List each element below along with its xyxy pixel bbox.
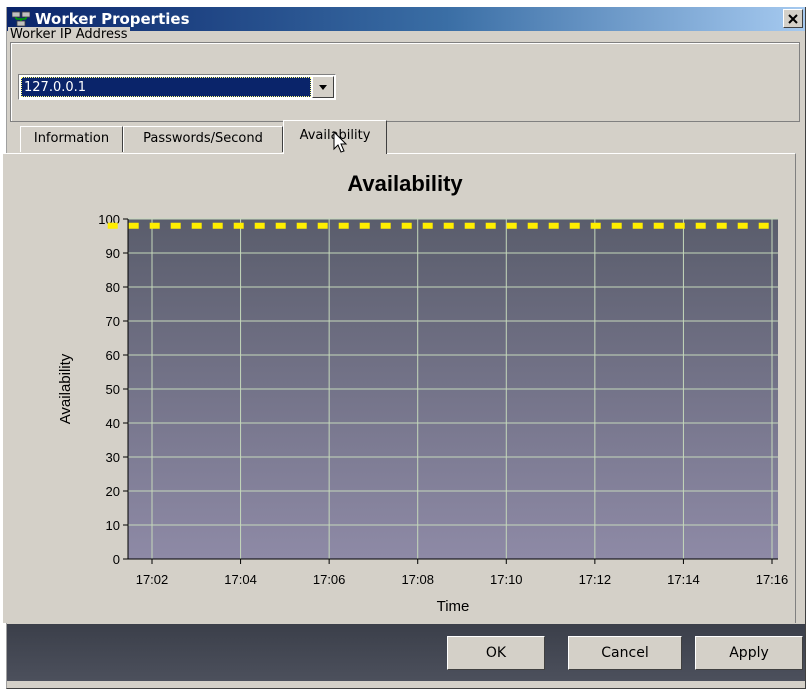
y-axis-label: Availability bbox=[57, 353, 74, 424]
availability-chart: 010203040506070809010017:02 17:04 17:06 17:… bbox=[57, 212, 789, 615]
worker-ip-label: Worker IP Address bbox=[8, 27, 130, 42]
close-icon bbox=[788, 13, 798, 24]
apply-button[interactable]: Apply bbox=[695, 636, 803, 670]
chart-area: Availability 0 10 20 30 40 50 60 70 80 90 100 17:02… bbox=[8, 153, 802, 623]
ok-button[interactable]: OK bbox=[447, 636, 545, 670]
close-button[interactable] bbox=[783, 9, 803, 28]
y-tick-label: 60 bbox=[106, 348, 120, 363]
cancel-button[interactable]: Cancel bbox=[568, 636, 682, 670]
x-tick-label: 17:10 bbox=[490, 572, 523, 587]
y-tick-label: 80 bbox=[106, 280, 120, 295]
tab-passwords-second[interactable]: Passwords/Second bbox=[123, 126, 283, 152]
y-tick-label: 30 bbox=[106, 450, 120, 465]
x-tick-label: 17:08 bbox=[401, 572, 434, 587]
y-tick-label: 0 bbox=[113, 552, 120, 567]
x-tick-label: 17:16 bbox=[756, 572, 789, 587]
x-tick-label: 17:04 bbox=[224, 572, 257, 587]
button-bar bbox=[7, 624, 805, 681]
x-tick-label: 17:06 bbox=[313, 572, 346, 587]
y-tick-label: 20 bbox=[106, 484, 120, 499]
network-icon bbox=[12, 11, 30, 27]
x-axis-label: Time bbox=[437, 598, 470, 615]
x-tick-label: 17:12 bbox=[579, 572, 612, 587]
y-tick-label: 50 bbox=[106, 382, 120, 397]
y-tick-label: 40 bbox=[106, 416, 120, 431]
window-title: Worker Properties bbox=[35, 10, 190, 28]
y-tick-label: 90 bbox=[106, 246, 120, 261]
worker-ip-select[interactable]: 127.0.0.1 bbox=[18, 74, 336, 100]
chevron-down-icon[interactable] bbox=[312, 76, 334, 98]
y-tick-label: 70 bbox=[106, 314, 120, 329]
x-tick-label: 17:14 bbox=[667, 572, 700, 587]
y-tick-label: 10 bbox=[106, 518, 120, 533]
worker-ip-value: 127.0.0.1 bbox=[21, 77, 311, 97]
tab-information[interactable]: Information bbox=[20, 126, 123, 152]
mouse-pointer-icon bbox=[333, 131, 348, 153]
x-tick-label: 17:02 bbox=[136, 572, 169, 587]
